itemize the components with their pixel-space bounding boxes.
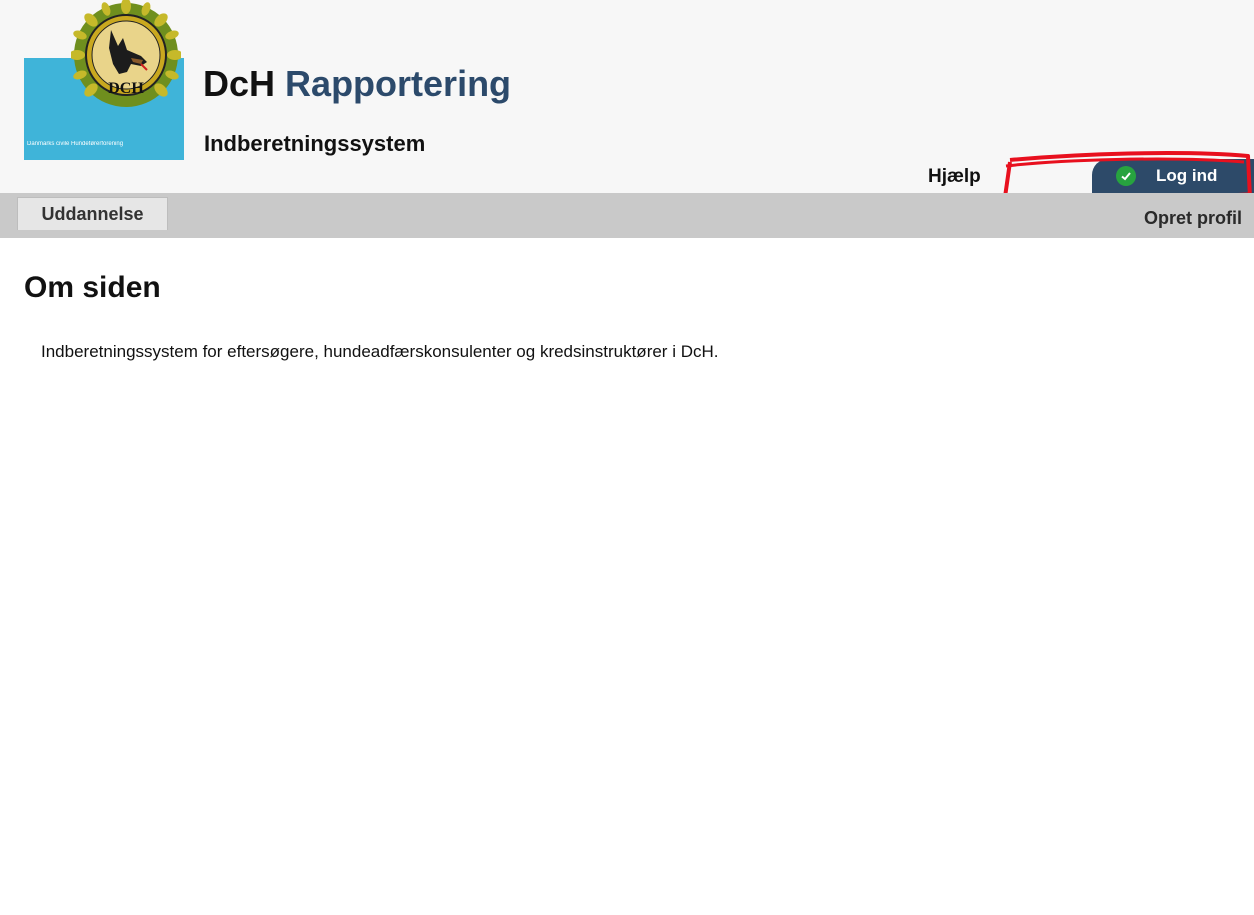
site-title-prefix: DcH xyxy=(203,63,276,104)
logo-org-text: Danmarks civile Hundeførerforening xyxy=(27,141,124,147)
tab-uddannelse[interactable]: Uddannelse xyxy=(17,197,168,230)
site-header: DCH Danmarks civile Hundeførerforening D… xyxy=(0,0,1254,206)
dch-logo[interactable]: DCH Danmarks civile Hundeførerforening xyxy=(24,0,184,160)
help-link[interactable]: Hjælp xyxy=(928,166,981,188)
main-nav: Uddannelse Opret profil xyxy=(0,193,1254,238)
login-button-label: Log ind xyxy=(1156,166,1218,185)
page-title: Om siden xyxy=(24,271,161,304)
svg-text:DCH: DCH xyxy=(108,80,144,97)
login-button[interactable]: Log ind xyxy=(1092,159,1254,193)
create-profile-link[interactable]: Opret profil xyxy=(1144,208,1242,229)
check-circle-icon xyxy=(1116,166,1136,186)
site-title: DcH Rapportering xyxy=(203,62,511,106)
dch-dog-emblem-icon: DCH xyxy=(71,0,181,107)
site-subtitle: Indberetningssystem xyxy=(204,131,426,156)
intro-text: Indberetningssystem for eftersøgere, hun… xyxy=(41,342,719,361)
site-title-suffix: Rapportering xyxy=(285,63,512,104)
